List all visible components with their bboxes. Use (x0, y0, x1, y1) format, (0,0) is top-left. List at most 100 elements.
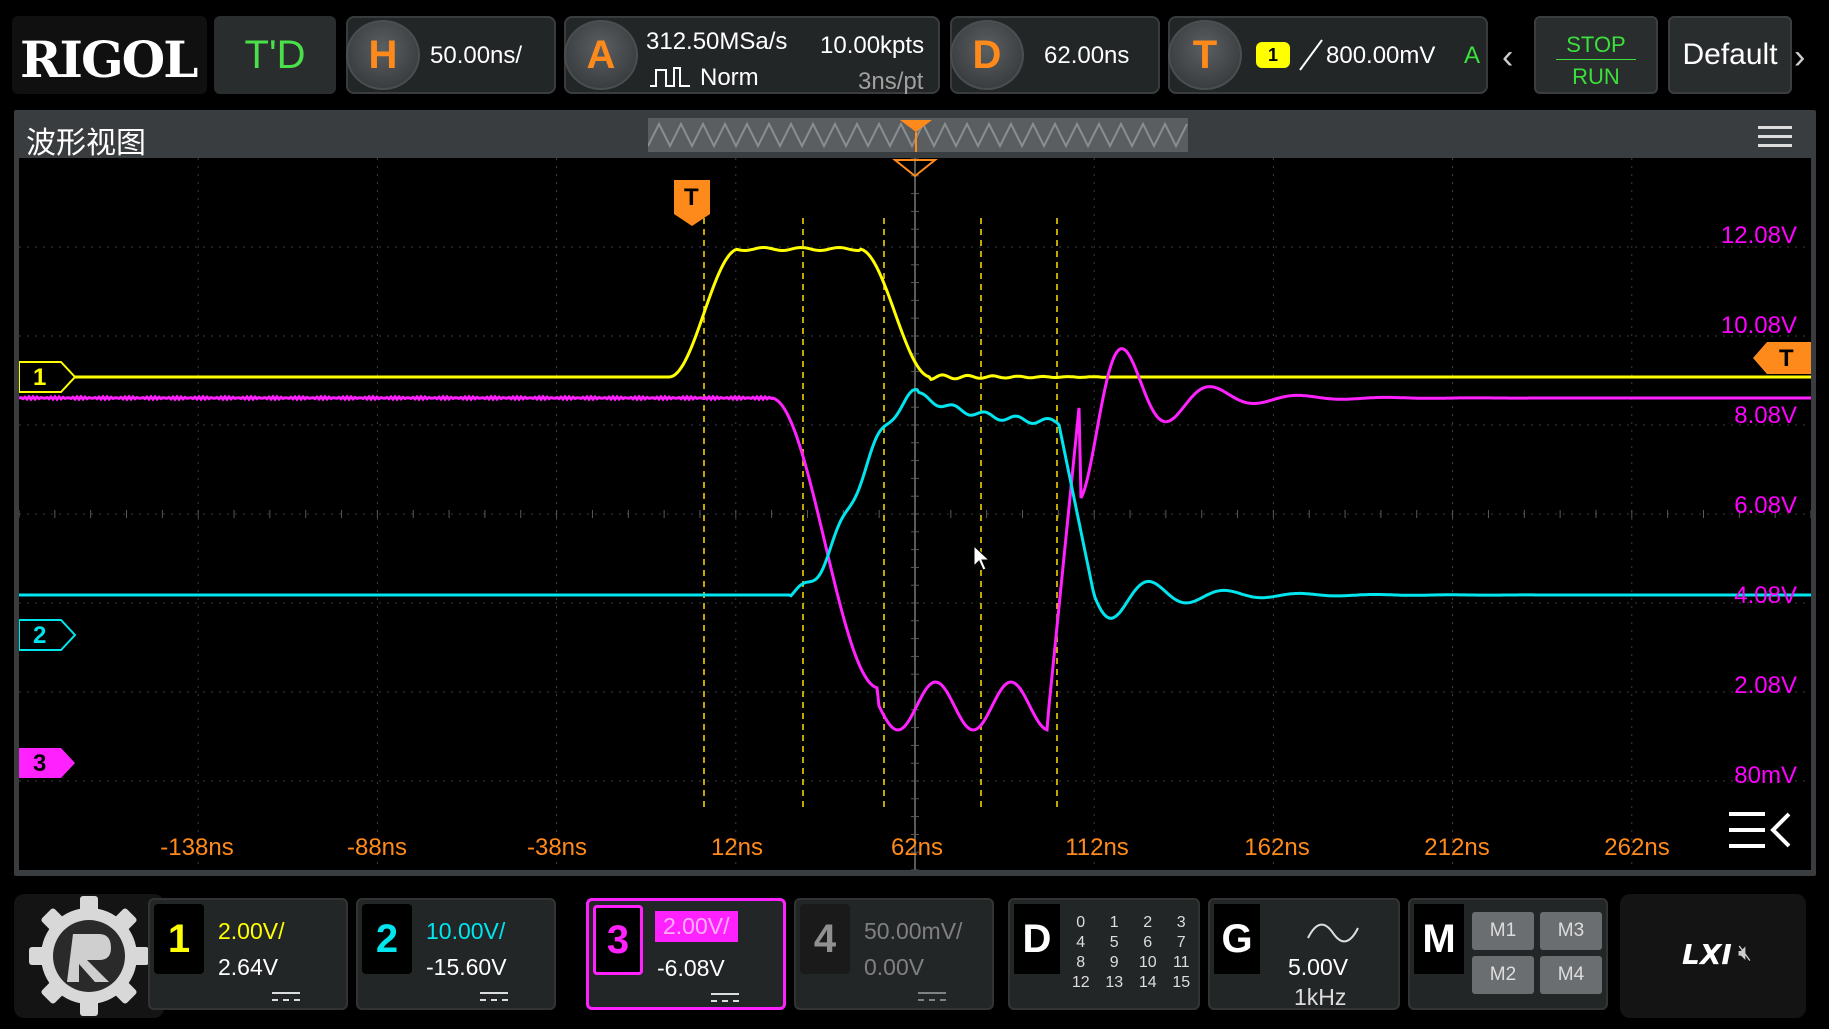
acquire-mode: Norm (700, 64, 759, 91)
memory-overview-bar[interactable] (648, 118, 1188, 152)
digital-bit-7: 7 (1176, 934, 1186, 951)
channel-3-scale: 2.00V/ (655, 911, 738, 942)
status-panel[interactable]: LXI 🔇︎ (1620, 894, 1806, 1018)
channel-3-offset: -6.08V (657, 955, 725, 981)
digital-bit-1: 1 (1109, 914, 1119, 931)
v-scale-label: 12.08V (1720, 222, 1797, 249)
math-panel[interactable]: M M1 M3 M2 M4 (1408, 898, 1608, 1010)
math-m1-button[interactable]: M1 (1472, 912, 1534, 950)
dc-coupling-icon (918, 992, 946, 1002)
digital-bit-9: 9 (1109, 954, 1119, 971)
trigger-panel[interactable]: T 1 800.00mV A (1168, 16, 1488, 94)
channel-3-label: 3 (593, 905, 643, 975)
rigol-logo: RIGOL (12, 16, 207, 94)
channel-1-offset: 2.64V (218, 954, 279, 980)
generator-amplitude: 5.00V (1288, 954, 1349, 980)
digital-bit-15: 15 (1172, 974, 1191, 991)
delay-key[interactable]: D (950, 20, 1024, 90)
channel-4-scale: 50.00mV/ (864, 918, 963, 944)
digital-bit-6: 6 (1143, 934, 1153, 951)
mode-button[interactable]: T'D (214, 16, 336, 94)
trigger-key[interactable]: T (1168, 20, 1242, 90)
time-label: 262ns (1604, 834, 1670, 861)
digital-label: D (1014, 904, 1060, 974)
digital-bit-12: 12 (1071, 974, 1090, 991)
horizontal-key[interactable]: H (346, 20, 420, 90)
acquire-mode-icon (650, 67, 690, 87)
delay-panel[interactable]: D 62.00ns (950, 16, 1160, 94)
channel-2-offset: -15.60V (426, 954, 507, 980)
math-m4-button[interactable]: M4 (1540, 956, 1602, 994)
acquire-panel[interactable]: A 312.50MSa/s 10.00kpts Norm 3ns/pt (564, 16, 940, 95)
channel-3-panel[interactable]: 3 2.00V/ -6.08V (586, 898, 786, 1010)
channel-4-offset: 0.00V (864, 954, 925, 980)
digital-panel[interactable]: D 0 1 2 3 4 5 6 7 8 9 10 11 12 13 14 15 (1008, 898, 1200, 1010)
v-scale-label: 6.08V (1734, 492, 1797, 519)
v-scale-label: 10.08V (1720, 312, 1797, 339)
horizontal-scale-panel[interactable]: H 50.00ns/ (346, 16, 556, 94)
generator-panel[interactable]: G 5.00V 1kHz (1208, 898, 1400, 1010)
waveform-plot[interactable]: 1 2 3 T T 12.08V 10.08V 8.08V 6.08V 4.08… (19, 158, 1811, 870)
math-m3-button[interactable]: M3 (1540, 912, 1602, 950)
math-m2-button[interactable]: M2 (1472, 956, 1534, 994)
bottom-toolbar: 1 2.00V/ 2.64V 2 10.00V/ -15.60V 3 2.00V… (8, 890, 1812, 1020)
time-label: 62ns (890, 834, 944, 861)
trigger-source-badge: 1 (1256, 42, 1290, 68)
v-scale-label: 4.08V (1734, 582, 1797, 609)
time-label: 112ns (1065, 834, 1129, 861)
lxi-logo: LXI (1682, 938, 1732, 971)
stop-label: STOP (1566, 32, 1626, 57)
trigger-level: 800.00mV (1326, 42, 1436, 69)
channel-1-scale: 2.00V/ (218, 918, 285, 944)
channel-2-panel[interactable]: 2 10.00V/ -15.60V (356, 898, 556, 1010)
generator-frequency: 1kHz (1294, 984, 1347, 1010)
horizontal-scale-value: 50.00ns/ (430, 42, 523, 69)
digital-bit-grid: 0 1 2 3 4 5 6 7 8 9 10 11 12 13 14 15 (1064, 914, 1198, 992)
time-label: 12ns (710, 834, 764, 861)
v-scale-label: 8.08V (1734, 402, 1797, 429)
digital-bit-14: 14 (1138, 974, 1157, 991)
channel-2-label: 2 (362, 904, 412, 974)
math-label: M (1414, 904, 1464, 974)
dc-coupling-icon (480, 992, 508, 1002)
waveform-header: 波形视图 (14, 110, 1816, 161)
delay-value: 62.00ns (1044, 42, 1130, 69)
dc-coupling-icon (711, 993, 739, 1003)
speaker-muted-icon[interactable]: 🔇︎ (1738, 940, 1752, 966)
chevron-left-icon[interactable]: ‹ (1502, 38, 1513, 77)
default-button[interactable]: Default (1668, 16, 1792, 94)
trigger-mode: A (1464, 42, 1481, 69)
time-label: 162ns (1244, 834, 1310, 861)
waveform-title: 波形视图 (26, 126, 146, 161)
channel-4-panel[interactable]: 4 50.00mV/ 0.00V (794, 898, 994, 1010)
rising-edge-icon (1299, 39, 1323, 71)
chevron-right-icon[interactable]: › (1794, 38, 1805, 77)
collapse-panel-icon[interactable] (1727, 808, 1793, 852)
channel-4-label: 4 (800, 904, 850, 974)
digital-bit-10: 10 (1138, 954, 1157, 971)
sine-wave-icon (1307, 923, 1359, 943)
time-label: 212ns (1424, 834, 1490, 861)
channel-1-panel[interactable]: 1 2.00V/ 2.64V (148, 898, 348, 1010)
digital-bit-3: 3 (1176, 914, 1186, 931)
stop-run-button[interactable]: STOP RUN (1534, 16, 1658, 94)
time-label: -88ns (346, 834, 408, 861)
digital-bit-4: 4 (1076, 934, 1086, 951)
digital-bit-13: 13 (1105, 974, 1124, 991)
time-label: -38ns (526, 834, 588, 861)
top-toolbar: RIGOL T'D H 50.00ns/ A 312.50MSa/s 10.00… (8, 8, 1812, 98)
v-scale-label: 80mV (1734, 762, 1797, 789)
memory-depth: 10.00kpts (820, 32, 925, 59)
channel-2-scale: 10.00V/ (426, 918, 506, 944)
digital-bit-8: 8 (1076, 954, 1086, 971)
channel-1-label: 1 (154, 904, 204, 974)
gear-icon[interactable] (14, 894, 164, 1018)
menu-icon[interactable] (1758, 126, 1792, 148)
acquire-key[interactable]: A (564, 20, 638, 90)
v-scale-label: 2.08V (1734, 672, 1797, 699)
digital-bit-2: 2 (1143, 914, 1153, 931)
run-label: RUN (1572, 64, 1620, 89)
dc-coupling-icon (272, 992, 300, 1002)
waveform-canvas (19, 158, 1811, 870)
waveform-view: 波形视图 1 2 3 T T 12.08V 10.08V 8.08V 6.08V… (14, 110, 1816, 876)
